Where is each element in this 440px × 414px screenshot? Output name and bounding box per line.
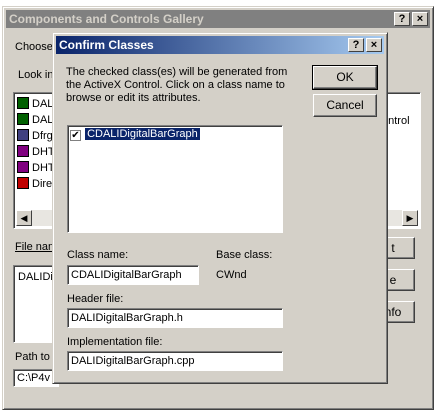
implementation-file-field[interactable]: DALIDigitalBarGraph.cpp	[67, 351, 283, 371]
phone-control-icon	[17, 113, 29, 125]
base-class-value: CWnd	[216, 269, 247, 281]
class-name-field[interactable]: CDALIDigitalBarGraph	[67, 265, 199, 285]
insert-button-label: t	[391, 241, 395, 255]
gallery-list-item[interactable]: Dire	[17, 177, 52, 192]
dialog-close-button[interactable]: ×	[366, 38, 382, 52]
ok-button[interactable]: OK	[312, 65, 378, 90]
close-button-label: e	[389, 273, 397, 287]
gallery-list-item[interactable]: DHT	[17, 161, 55, 176]
gallery-help-button[interactable]: ?	[394, 12, 410, 26]
direction-control-icon	[17, 177, 29, 189]
ok-button-label: OK	[336, 70, 354, 84]
gallery-list-item[interactable]: DALI	[17, 97, 56, 112]
scroll-left-button[interactable]: ◀	[16, 210, 32, 226]
gallery-list-item-label: Dire	[32, 178, 53, 190]
html-control-icon	[17, 145, 29, 157]
grid-control-icon	[17, 97, 29, 109]
dialog-help-button[interactable]: ?	[348, 38, 364, 52]
cancel-button[interactable]: Cancel	[313, 94, 377, 117]
file-name-label: File nam	[15, 241, 58, 253]
gallery-list-item[interactable]: DAL	[17, 113, 53, 128]
dialog-title: Confirm Classes	[59, 38, 154, 52]
implementation-file-label: Implementation file:	[67, 336, 163, 348]
class-name-value: CDALIDigitalBarGraph	[71, 269, 182, 281]
implementation-file-value: DALIDigitalBarGraph.cpp	[71, 355, 195, 367]
confirm-classes-dialog: Confirm Classes ? × The checked class(es…	[52, 32, 388, 384]
header-file-value: DALIDigitalBarGraph.h	[71, 312, 183, 324]
gallery-close-button[interactable]: ×	[412, 12, 428, 26]
header-file-field[interactable]: DALIDigitalBarGraph.h	[67, 308, 283, 328]
dialog-message: The checked class(es) will be generated …	[66, 66, 288, 104]
dialog-titlebar[interactable]: Confirm Classes ? ×	[56, 36, 384, 54]
look-in-label: Look in	[18, 69, 54, 81]
gallery-title: Components and Controls Gallery	[9, 12, 204, 26]
base-class-label: Base class:	[216, 249, 273, 261]
scroll-right-button[interactable]: ▶	[402, 210, 418, 226]
class-checkbox[interactable]: ✔	[70, 130, 81, 141]
path-label: Path to	[15, 351, 50, 363]
description-text: DALIDi	[18, 271, 53, 283]
class-list-item-name: CDALIDigitalBarGraph	[84, 127, 201, 141]
choose-label: Choose	[15, 41, 53, 53]
cancel-button-label: Cancel	[326, 98, 364, 112]
class-list[interactable]: ✔ CDALIDigitalBarGraph	[67, 125, 283, 233]
gallery-list-item[interactable]: Dfrg	[17, 129, 53, 144]
class-name-label: Class name:	[67, 249, 129, 261]
gallery-list-item-label: DAL	[32, 114, 54, 126]
gallery-list-item[interactable]: DHT	[17, 145, 55, 160]
gallery-titlebar[interactable]: Components and Controls Gallery ? ×	[6, 10, 430, 28]
disk-control-icon	[17, 129, 29, 141]
header-file-label: Header file:	[67, 293, 124, 305]
gallery-list-item-label: Dfrg	[32, 130, 53, 142]
class-list-item[interactable]: ✔ CDALIDigitalBarGraph	[70, 127, 280, 142]
path-value: C:\P4v	[17, 372, 51, 384]
html-control-icon	[17, 161, 29, 173]
